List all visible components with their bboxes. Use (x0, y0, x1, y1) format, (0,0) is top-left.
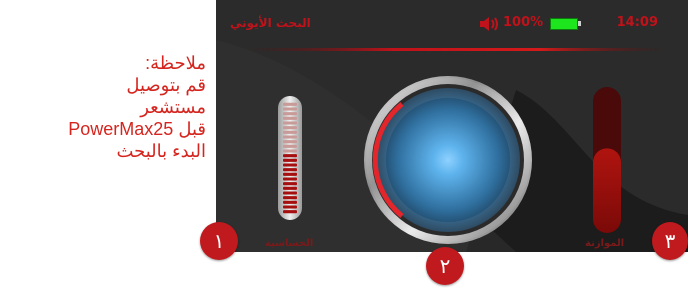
sensitivity-segment (283, 200, 297, 204)
battery-tip (578, 21, 581, 26)
badge-2: ٢ (426, 247, 464, 285)
sensitivity-segment (283, 168, 297, 172)
sensitivity-segment (283, 130, 297, 134)
sensitivity-segment (283, 135, 297, 139)
sensitivity-segment (283, 116, 297, 120)
note-line-2: PowerMax25 قبل (68, 119, 206, 139)
clock: 14:09 (616, 15, 658, 30)
sensitivity-segment (283, 158, 297, 162)
battery-percent: 100% (503, 15, 544, 30)
status-bar: البحث الأيوني 100% 14:09 (216, 0, 688, 44)
note-line-3: البدء بالبحث (116, 141, 206, 161)
sensitivity-segment (283, 191, 297, 195)
device-screen: البحث الأيوني 100% 14:09 الحساسية المواز… (216, 0, 688, 252)
scanner-lens (364, 76, 532, 244)
sensitivity-segment (283, 121, 297, 125)
sensitivity-segment (283, 102, 297, 106)
sensitivity-segment (283, 177, 297, 181)
sensitivity-segment (283, 196, 297, 200)
instruction-note: ملاحظة: قم بتوصيل مستشعر PowerMax25 قبل … (64, 52, 206, 162)
battery-icon (550, 18, 578, 30)
badge-3: ٣ (652, 222, 688, 260)
sensitivity-segment (283, 144, 297, 148)
note-line-1: قم بتوصيل مستشعر (126, 75, 206, 117)
sensitivity-segment (283, 182, 297, 186)
sensitivity-segment (283, 126, 297, 130)
speaker-icon[interactable] (478, 16, 500, 32)
sensitivity-segment (283, 205, 297, 209)
balance-fill (593, 148, 621, 233)
sensitivity-segment (283, 107, 297, 111)
balance-meter (593, 87, 621, 233)
app-title: البحث الأيوني (230, 16, 311, 30)
badge-1: ١ (200, 222, 238, 260)
sensitivity-segment (283, 172, 297, 176)
sensitivity-segment (283, 149, 297, 153)
sensitivity-segment (283, 154, 297, 158)
sensitivity-segment (283, 112, 297, 116)
sensitivity-segment (283, 140, 297, 144)
sensitivity-meter (278, 96, 302, 220)
sensitivity-segment (283, 186, 297, 190)
note-heading: ملاحظة: (145, 53, 206, 73)
sensitivity-label: الحساسية (265, 238, 314, 249)
balance-label: الموازنة (585, 238, 625, 249)
sensitivity-segment (283, 163, 297, 167)
sensitivity-segment (283, 210, 297, 214)
